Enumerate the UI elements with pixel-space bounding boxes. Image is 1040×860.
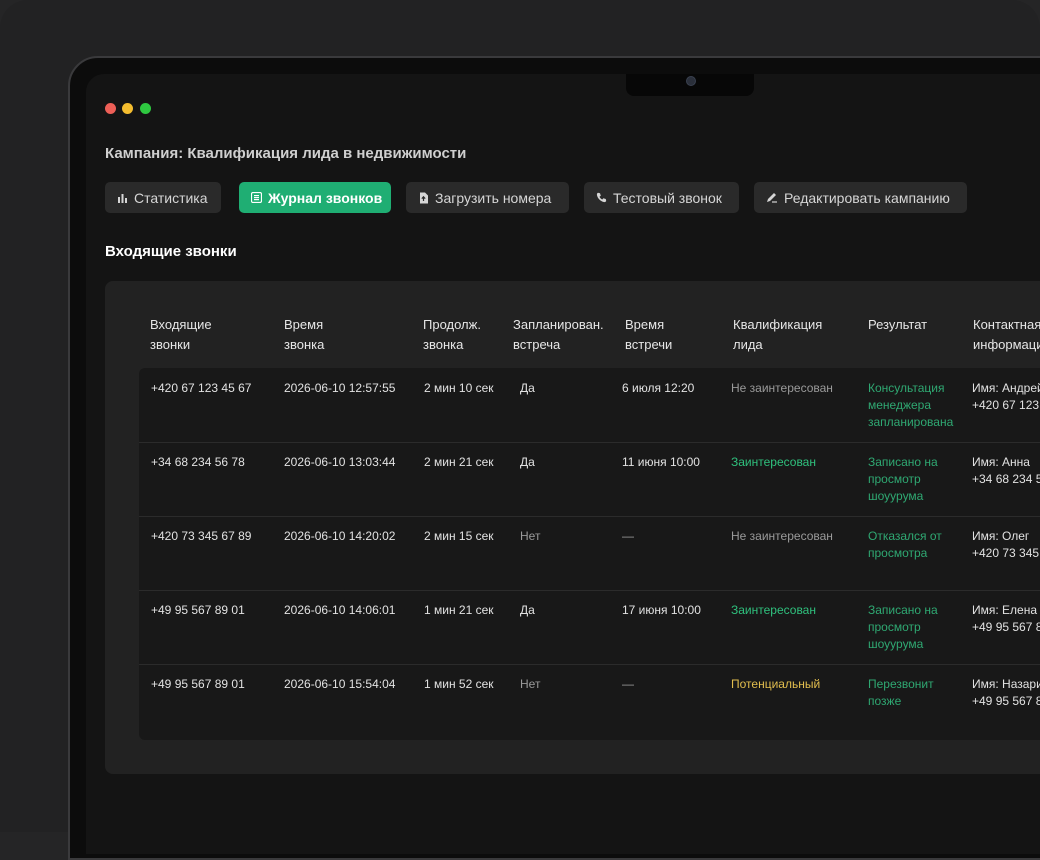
edit-campaign-button[interactable]: Редактировать кампанию	[754, 182, 967, 213]
cell-qualification: Не заинтересован	[731, 381, 833, 395]
cell-phone: +420 67 123 45 67	[151, 381, 252, 395]
cell-meeting-time: 6 июля 12:20	[622, 381, 695, 395]
list-icon	[251, 192, 262, 203]
stats-button-label: Статистика	[134, 189, 208, 206]
header-incoming-calls: Входящие звонки	[150, 317, 212, 352]
bar-chart-icon	[118, 194, 127, 203]
table-row[interactable]: +49 95 567 89 01 2026-06-10 15:54:04 1 мин…	[139, 664, 1040, 738]
camera-icon	[686, 76, 696, 86]
cell-meeting: Да	[520, 603, 535, 617]
cell-result: Консультация менеджера запланирована	[868, 381, 954, 429]
call-log-button[interactable]: Журнал звонков	[239, 182, 391, 213]
test-call-button-label: Тестовый звонок	[613, 189, 722, 206]
cell-contact: Имя: Анна +34 68 234 56 78	[972, 455, 1040, 486]
cell-qualification: Не заинтересован	[731, 529, 833, 543]
stats-button[interactable]: Статистика	[105, 182, 221, 213]
header-meeting: Запланирован. встреча	[513, 317, 604, 352]
cell-duration: 2 мин 15 сек	[424, 529, 494, 543]
section-title: Входящие звонки	[105, 243, 237, 260]
cell-meeting: Нет	[520, 529, 541, 543]
cell-duration: 2 мин 21 сек	[424, 455, 494, 469]
cell-meeting: Да	[520, 381, 535, 395]
table-row[interactable]: +49 95 567 89 01 2026-06-10 14:06:01 1 мин…	[139, 590, 1040, 665]
phone-icon	[596, 192, 607, 203]
cell-meeting-time: 11 июня 10:00	[622, 455, 700, 469]
cell-result: Записано на просмотр шоуурума	[868, 603, 938, 651]
test-call-button[interactable]: Тестовый звонок	[584, 182, 739, 213]
cell-meeting: Да	[520, 455, 535, 469]
cell-phone: +49 95 567 89 01	[151, 677, 245, 691]
cell-qualification: Заинтересован	[731, 603, 816, 617]
cell-result: Перезвонит позже	[868, 677, 934, 708]
header-qualification: Квалификация лида	[733, 317, 823, 352]
upload-file-icon	[420, 192, 428, 203]
cell-duration: 1 мин 21 сек	[424, 603, 494, 617]
cell-phone: +34 68 234 56 78	[151, 455, 245, 469]
cell-meeting: Нет	[520, 677, 541, 691]
header-duration: Продолж. звонка	[423, 317, 481, 352]
campaign-title: Кампания: Квалификация лида в недвижимос…	[105, 145, 467, 162]
cell-meeting-time: —	[622, 529, 634, 543]
cell-call-time: 2026-06-10 13:03:44	[284, 455, 396, 469]
cell-result: Записано на просмотр шоуурума	[868, 455, 938, 503]
cell-contact: Имя: Назарий +49 95 567 89 01	[972, 677, 1040, 708]
cell-duration: 1 мин 52 сек	[424, 677, 494, 691]
table-row[interactable]: +420 73 345 67 89 2026-06-10 14:20:02 2 ми…	[139, 516, 1040, 591]
cell-contact: Имя: Елена +49 95 567 89 01	[972, 603, 1040, 634]
cell-call-time: 2026-06-10 15:54:04	[284, 677, 396, 691]
window-close-button[interactable]	[105, 103, 116, 114]
cell-call-time: 2026-06-10 14:20:02	[284, 529, 396, 543]
cell-meeting-time: —	[622, 677, 634, 691]
header-contact: Контактная информация	[973, 317, 1040, 352]
table-row[interactable]: +34 68 234 56 78 2026-06-10 13:03:44 2 мин…	[139, 442, 1040, 517]
header-meeting-time: Время встречи	[625, 317, 673, 352]
call-log-button-label: Журнал звонков	[268, 189, 383, 206]
cell-result: Отказался от просмотра	[868, 529, 942, 560]
header-call-time: Время звонка	[284, 317, 325, 352]
table-row[interactable]: +420 67 123 45 67 2026-06-10 12:57:55 2 ми…	[139, 368, 1040, 443]
upload-numbers-button[interactable]: Загрузить номера	[406, 182, 569, 213]
edit-campaign-button-label: Редактировать кампанию	[784, 189, 950, 206]
cell-phone: +49 95 567 89 01	[151, 603, 245, 617]
cell-contact: Имя: Олег +420 73 345 67 89	[972, 529, 1040, 560]
cell-meeting-time: 17 июня 10:00	[622, 603, 701, 617]
upload-numbers-button-label: Загрузить номера	[435, 189, 552, 206]
header-result: Результат	[868, 317, 928, 332]
edit-icon	[767, 193, 777, 203]
cell-qualification: Заинтересован	[731, 455, 816, 469]
cell-contact: Имя: Андрей +420 67 123 45 67	[972, 381, 1040, 412]
window-maximize-button[interactable]	[140, 103, 151, 114]
cell-qualification: Потенциальный	[731, 677, 821, 691]
cell-phone: +420 73 345 67 89	[151, 529, 252, 543]
window-minimize-button[interactable]	[122, 103, 133, 114]
cell-duration: 2 мин 10 сек	[424, 381, 494, 395]
cell-call-time: 2026-06-10 14:06:01	[284, 603, 396, 617]
cell-call-time: 2026-06-10 12:57:55	[284, 381, 396, 395]
